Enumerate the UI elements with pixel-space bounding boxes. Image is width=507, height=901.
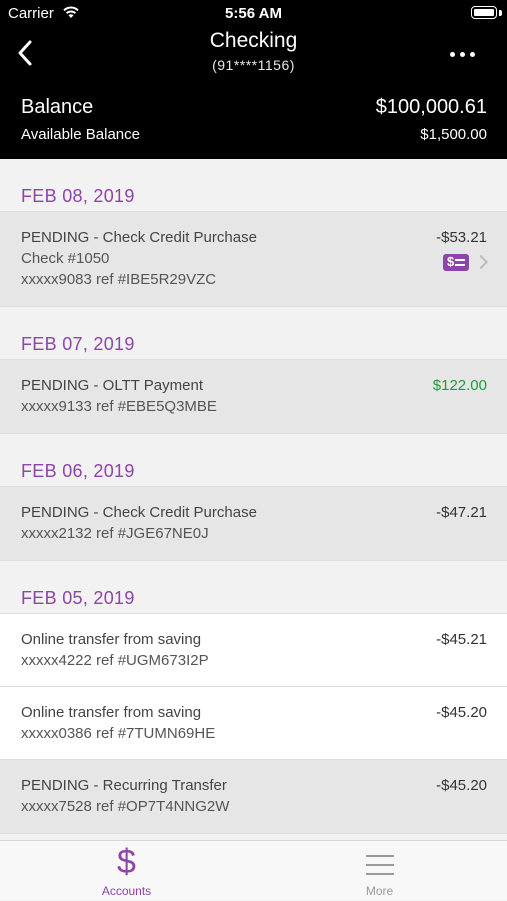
transaction-amount: -$45.20	[436, 704, 487, 721]
transaction-description: PENDING - Check Credit Purchase	[21, 229, 257, 246]
transaction-amount: -$47.21	[436, 504, 487, 521]
transaction-row[interactable]: PENDING - Check Credit Purchase xxxxx213…	[0, 487, 507, 561]
transaction-amount: $122.00	[432, 377, 487, 394]
transaction-description: PENDING - Recurring Transfer	[21, 777, 227, 794]
battery-nub	[499, 10, 502, 16]
date-header: FEB 06, 2019	[0, 434, 507, 487]
transaction-row[interactable]: Online transfer from saving xxxxx0386 re…	[0, 687, 507, 760]
tab-accounts[interactable]: $ Accounts	[0, 841, 253, 901]
clock: 5:56 AM	[225, 5, 282, 22]
check-image-icon[interactable]	[443, 254, 469, 271]
transaction-reference: xxxxx9133 ref #EBE5Q3MBE	[21, 398, 217, 415]
transaction-row[interactable]: PENDING - OLTT Payment xxxxx9133 ref #EB…	[0, 360, 507, 434]
tab-bar: $ Accounts More	[0, 840, 507, 900]
transaction-reference: xxxxx7528 ref #OP7T4NNG2W	[21, 798, 230, 815]
more-options-icon[interactable]	[446, 48, 479, 61]
date-header: FEB 07, 2019	[0, 307, 507, 360]
transaction-row[interactable]: PENDING - Recurring Transfer xxxxx7528 r…	[0, 760, 507, 834]
transaction-reference: xxxxx4222 ref #UGM673I2P	[21, 652, 209, 669]
date-header: FEB 05, 2019	[0, 561, 507, 614]
available-balance-label: Available Balance	[21, 126, 140, 143]
transaction-description: PENDING - OLTT Payment	[21, 377, 203, 394]
transaction-amount: -$53.21	[436, 229, 487, 246]
transaction-row[interactable]: PENDING - Check Credit Purchase Check #1…	[0, 212, 507, 307]
transaction-description: Online transfer from saving	[21, 631, 202, 648]
chevron-right-icon	[473, 254, 489, 270]
status-bar: Carrier 5:56 AM	[0, 0, 507, 28]
tab-more[interactable]: More	[253, 841, 506, 901]
account-number: (91****1156)	[212, 57, 295, 73]
battery-icon	[471, 6, 497, 19]
header: Carrier 5:56 AM Checking (91****1156) Ba…	[0, 0, 507, 159]
transaction-amount: -$45.21	[436, 631, 487, 648]
transaction-amount: -$45.20	[436, 777, 487, 794]
transaction-description: Online transfer from saving	[21, 704, 202, 721]
transaction-row[interactable]: Online transfer from saving xxxxx4222 re…	[0, 614, 507, 687]
dollar-icon: $	[117, 843, 136, 881]
transaction-list[interactable]: FEB 08, 2019 PENDING - Check Credit Purc…	[0, 159, 507, 840]
hamburger-menu-icon	[366, 855, 394, 875]
transaction-reference: xxxxx0386 ref #7TUMN69HE	[21, 725, 216, 742]
balance-value: $100,000.61	[375, 96, 487, 118]
transaction-description: PENDING - Check Credit Purchase	[21, 504, 257, 521]
transaction-reference: xxxxx9083 ref #IBE5R29VZC	[21, 271, 217, 288]
tab-accounts-label: Accounts	[101, 884, 152, 898]
available-balance-value: $1,500.00	[420, 126, 487, 143]
balance-label: Balance	[21, 96, 94, 118]
page-title: Checking	[209, 29, 298, 52]
date-header: FEB 08, 2019	[0, 159, 507, 212]
tab-more-label: More	[365, 884, 394, 898]
transaction-check-number: Check #1050	[21, 250, 110, 267]
transaction-reference: xxxxx2132 ref #JGE67NE0J	[21, 525, 209, 542]
